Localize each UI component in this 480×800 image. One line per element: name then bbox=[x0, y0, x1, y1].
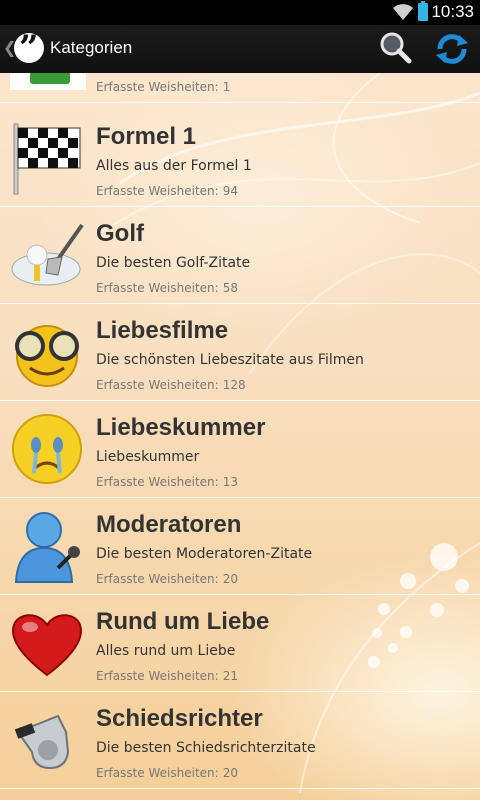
clock: 10:33 bbox=[431, 2, 474, 21]
page-title: Kategorien bbox=[50, 38, 133, 57]
list-item-partial-bottom[interactable] bbox=[0, 789, 480, 800]
category-name: Schiedsrichter bbox=[96, 705, 263, 732]
quote-count: Erfasste Weisheiten: 20 bbox=[96, 766, 238, 780]
quote-count: Erfasste Weisheiten: 128 bbox=[96, 378, 246, 392]
category-name: Rund um Liebe bbox=[96, 608, 270, 635]
action-bar: ❮ ” Kategorien bbox=[0, 25, 480, 73]
background-bubble bbox=[430, 543, 458, 571]
heart-icon bbox=[12, 614, 82, 677]
list-item-rund-um-liebe[interactable]: Rund um Liebe Alles rund um Liebe Erfass… bbox=[0, 595, 480, 692]
golf-club-icon bbox=[11, 223, 84, 286]
refresh-icon[interactable] bbox=[432, 29, 472, 69]
smiley-glasses-icon bbox=[15, 325, 79, 387]
category-list[interactable]: Erfasste Weisheiten: 1 Formel 1 Alles aus… bbox=[0, 73, 480, 800]
background-bubble bbox=[368, 656, 380, 668]
category-description: Die besten Schiedsrichterzitate bbox=[96, 740, 316, 756]
category-name: Liebesfilme bbox=[96, 317, 229, 344]
category-description: Die besten Moderatoren-Zitate bbox=[96, 546, 313, 562]
whistle-icon bbox=[14, 714, 70, 770]
category-description: Die schönsten Liebeszitate aus Filmen bbox=[96, 352, 364, 368]
background-bubble bbox=[388, 643, 398, 653]
quote-count: Erfasste Weisheiten: 13 bbox=[96, 475, 238, 489]
list-item-partial[interactable]: Erfasste Weisheiten: 1 bbox=[0, 73, 480, 103]
list-item-liebeskummer[interactable]: Liebeskummer Liebeskummer Erfasste Weish… bbox=[0, 401, 480, 498]
quote-count: Erfasste Weisheiten: 1 bbox=[96, 80, 231, 94]
background-bubble bbox=[430, 603, 444, 617]
quote-count: Erfasste Weisheiten: 21 bbox=[96, 669, 238, 683]
quote-count: Erfasste Weisheiten: 58 bbox=[96, 281, 238, 295]
category-description: Alles aus der Formel 1 bbox=[96, 158, 252, 174]
list-item-golf[interactable]: Golf Die besten Golf-Zitate Erfasste Wei… bbox=[0, 207, 480, 304]
category-name: Formel 1 bbox=[96, 123, 197, 150]
background-bubble bbox=[378, 603, 390, 615]
background-bubble bbox=[400, 626, 412, 638]
list-item-formel-1[interactable]: Formel 1 Alles aus der Formel 1 Erfasste… bbox=[0, 110, 480, 207]
background-bubble bbox=[400, 573, 416, 589]
category-name: Liebeskummer bbox=[96, 414, 266, 441]
quote-count: Erfasste Weisheiten: 20 bbox=[96, 572, 238, 586]
quote-icon[interactable]: ” bbox=[14, 28, 44, 68]
battery-icon bbox=[418, 1, 428, 21]
person-microphone-icon bbox=[14, 512, 80, 583]
wifi-icon bbox=[393, 4, 413, 20]
unknown-icon bbox=[10, 73, 86, 90]
category-name: Golf bbox=[96, 220, 144, 247]
list-item-liebesfilme[interactable]: Liebesfilme Die schönsten Liebeszitate a… bbox=[0, 304, 480, 401]
checkered-flag-icon bbox=[13, 123, 81, 195]
crying-face-icon bbox=[12, 414, 82, 484]
search-icon[interactable] bbox=[376, 29, 416, 69]
status-bar: 10:33 bbox=[0, 0, 480, 25]
quote-count: Erfasste Weisheiten: 94 bbox=[96, 184, 238, 198]
category-name: Moderatoren bbox=[96, 511, 242, 538]
background-bubble bbox=[372, 628, 382, 638]
category-description: Die besten Golf-Zitate bbox=[96, 255, 251, 271]
list-item-schiedsrichter[interactable]: Schiedsrichter Die besten Schiedsrichter… bbox=[0, 692, 480, 789]
background-bubble bbox=[455, 579, 469, 593]
category-description: Liebeskummer bbox=[96, 449, 200, 465]
category-description: Alles rund um Liebe bbox=[96, 643, 236, 659]
